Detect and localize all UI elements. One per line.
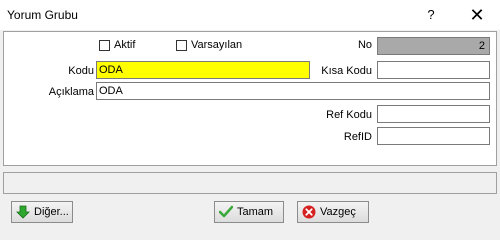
no-field: 2 [377,37,490,55]
window-title: Yorum Grubu [7,8,78,22]
kodu-input[interactable]: ODA [96,61,310,79]
tamam-button[interactable]: Tamam [214,201,284,223]
varsayilan-checkbox[interactable] [176,40,187,51]
diger-label: Diğer... [34,206,69,218]
kisa-kodu-input[interactable] [377,61,490,79]
check-icon [219,205,233,218]
arrow-down-icon [16,205,30,219]
help-button[interactable]: ? [408,0,454,30]
diger-button[interactable]: Diğer... [11,201,73,223]
vazgec-button[interactable]: Vazgeç [297,201,369,223]
kodu-label: Kodu [68,65,94,77]
varsayilan-label: Varsayılan [191,39,243,51]
aktif-label: Aktif [114,39,136,51]
ref-kodu-label: Ref Kodu [326,109,372,121]
aciklama-input[interactable]: ODA [96,82,490,100]
vazgec-label: Vazgeç [320,206,356,218]
kisa-kodu-label: Kısa Kodu [321,65,372,77]
tamam-label: Tamam [237,206,274,218]
cancel-icon [302,205,316,219]
title-bar: Yorum Grubu ? ✕ [0,0,500,30]
refid-input[interactable] [377,127,490,145]
aciklama-label: Açıklama [48,86,94,98]
form-panel: Aktif Varsayılan No 2 Kodu ODA Kısa Kodu… [3,31,497,166]
ref-kodu-input[interactable] [377,105,490,123]
aktif-checkbox[interactable] [99,40,110,51]
close-button[interactable]: ✕ [454,0,500,30]
refid-label: RefID [343,131,372,143]
no-label: No [357,39,372,51]
status-bar [3,172,497,194]
